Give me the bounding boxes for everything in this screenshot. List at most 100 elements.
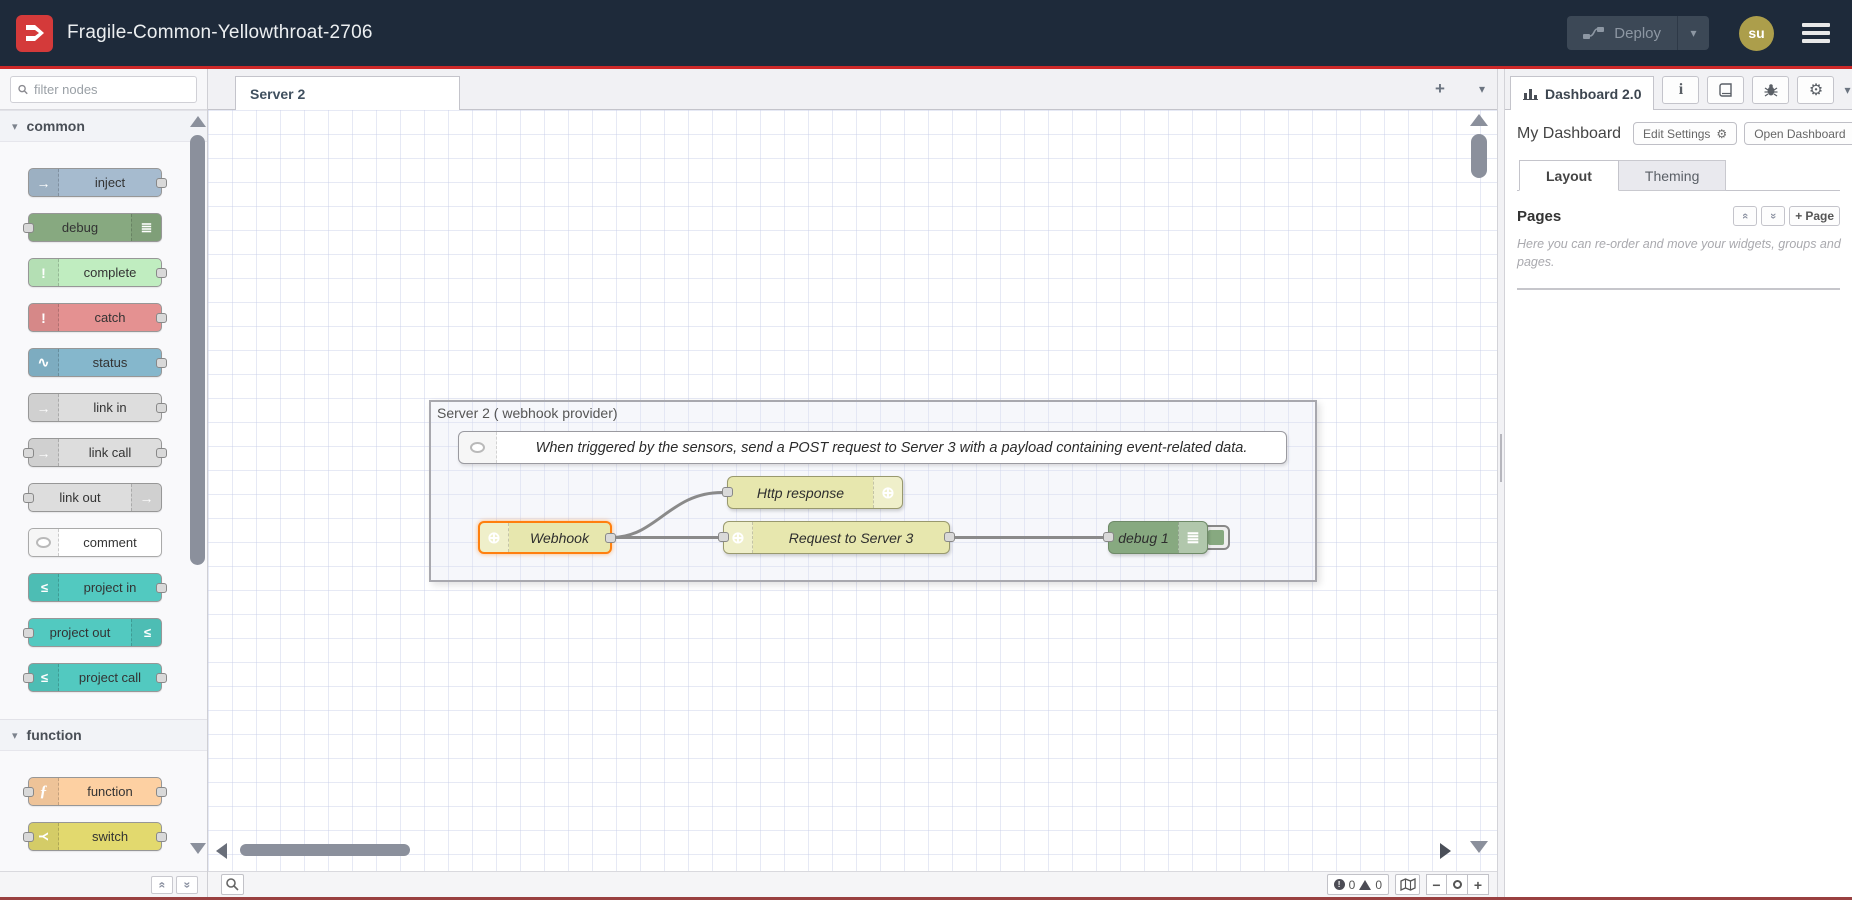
move-page-up-button[interactable]: « bbox=[1733, 206, 1757, 226]
splitter-handle[interactable] bbox=[1500, 434, 1502, 482]
node-input-port[interactable] bbox=[718, 532, 729, 542]
palette-node-link-out[interactable]: →link out bbox=[28, 483, 162, 512]
node-input-port[interactable] bbox=[1103, 532, 1114, 542]
add-flow-button[interactable]: + bbox=[1427, 79, 1453, 101]
flow-tab-server2[interactable]: Server 2 bbox=[235, 76, 460, 110]
palette-node-label: catch bbox=[59, 304, 161, 331]
tab-dashboard-2[interactable]: Dashboard 2.0 bbox=[1510, 76, 1654, 110]
add-page-button[interactable]: + Page bbox=[1789, 206, 1840, 226]
warning-icon bbox=[1359, 880, 1371, 890]
help-tab-button[interactable] bbox=[1707, 76, 1744, 104]
canvas-vscrollbar-thumb[interactable] bbox=[1471, 134, 1487, 178]
header: Fragile-Common-Yellowthroat-2706 Deploy … bbox=[0, 0, 1852, 66]
node-output-port[interactable] bbox=[944, 532, 955, 542]
sidebar-splitter[interactable] bbox=[1497, 69, 1505, 897]
canvas-footer: ! 0 0 − + bbox=[208, 871, 1497, 897]
navigator-button[interactable] bbox=[1395, 874, 1420, 895]
zoom-controls: − + bbox=[1426, 874, 1489, 895]
config-tab-button[interactable]: ⚙ bbox=[1797, 76, 1834, 104]
comment-node[interactable]: When triggered by the sensors, send a PO… bbox=[458, 431, 1287, 464]
palette-node-debug[interactable]: ≣debug bbox=[28, 213, 162, 242]
node-output-port[interactable] bbox=[605, 533, 616, 543]
node-input-port[interactable] bbox=[23, 448, 34, 458]
edit-settings-button[interactable]: Edit Settings ⚙ bbox=[1633, 122, 1737, 145]
palette-scroll-down-arrow[interactable] bbox=[190, 843, 206, 854]
search-icon bbox=[226, 878, 239, 891]
palette-node-link-call[interactable]: →link call bbox=[28, 438, 162, 467]
canvas-search-button[interactable] bbox=[221, 874, 244, 895]
palette-scrollbar-thumb[interactable] bbox=[190, 135, 205, 565]
node-input-port[interactable] bbox=[23, 673, 34, 683]
globe-icon: ⊕ bbox=[480, 523, 509, 552]
zoom-out-button[interactable]: − bbox=[1426, 874, 1447, 895]
node-request-to-server3[interactable]: ⊕ Request to Server 3 bbox=[723, 521, 950, 554]
palette-node-catch[interactable]: !catch bbox=[28, 303, 162, 332]
sidebar-tab-list-caret[interactable]: ▾ bbox=[1844, 83, 1850, 97]
pages-section-header: Pages « » + Page bbox=[1517, 206, 1840, 226]
arrow-icon: → bbox=[29, 394, 59, 421]
palette-node-project-call[interactable]: ≤project call bbox=[28, 663, 162, 692]
palette-node-label: project call bbox=[59, 664, 161, 691]
palette-collapse-all-button[interactable]: « bbox=[151, 876, 173, 894]
main-menu-button[interactable] bbox=[1802, 23, 1830, 43]
canvas-scroll-right-arrow[interactable] bbox=[1440, 843, 1451, 859]
palette-node-project-in[interactable]: ≤project in bbox=[28, 573, 162, 602]
canvas-hscrollbar-thumb[interactable] bbox=[240, 844, 410, 856]
palette-node-comment[interactable]: comment bbox=[28, 528, 162, 557]
palette-node-label: status bbox=[59, 349, 161, 376]
palette-filter-input[interactable] bbox=[34, 82, 189, 97]
node-output-port[interactable] bbox=[156, 268, 167, 278]
palette-category-header-common[interactable]: ▾common bbox=[0, 110, 207, 142]
flow-status-button[interactable]: ! 0 0 bbox=[1327, 874, 1389, 895]
node-input-port[interactable] bbox=[23, 223, 34, 233]
node-output-port[interactable] bbox=[156, 673, 167, 683]
palette: ▾common →inject ≣debug !complete !catch ∿stat… bbox=[0, 69, 208, 897]
flow-canvas[interactable]: Server 2 ( webhook provider) When trigge… bbox=[208, 110, 1497, 871]
info-tab-button[interactable]: i bbox=[1662, 76, 1699, 104]
palette-category-label: common bbox=[27, 118, 85, 134]
tab-theming[interactable]: Theming bbox=[1619, 160, 1726, 191]
palette-node-link-in[interactable]: →link in bbox=[28, 393, 162, 422]
palette-category-header-function[interactable]: ▾function bbox=[0, 719, 207, 751]
node-output-port[interactable] bbox=[156, 583, 167, 593]
node-output-port[interactable] bbox=[156, 448, 167, 458]
deploy-options-caret[interactable]: ▾ bbox=[1677, 16, 1709, 50]
node-http-response[interactable]: ⊕ Http response bbox=[727, 476, 903, 509]
palette-category-body: →inject ≣debug !complete !catch ∿status →link… bbox=[0, 142, 207, 710]
node-output-port[interactable] bbox=[156, 832, 167, 842]
palette-node-function[interactable]: ƒfunction bbox=[28, 777, 162, 806]
node-webhook[interactable]: ⊕ Webhook bbox=[478, 521, 612, 554]
node-input-port[interactable] bbox=[23, 832, 34, 842]
palette-node-status[interactable]: ∿status bbox=[28, 348, 162, 377]
node-output-port[interactable] bbox=[156, 358, 167, 368]
node-input-port[interactable] bbox=[23, 493, 34, 503]
user-avatar[interactable]: su bbox=[1739, 16, 1774, 51]
palette-node-project-out[interactable]: ≤project out bbox=[28, 618, 162, 647]
flow-tab-bar: Server 2 + ▾ bbox=[208, 69, 1497, 110]
palette-node-complete[interactable]: !complete bbox=[28, 258, 162, 287]
flow-list-caret[interactable]: ▾ bbox=[1479, 82, 1485, 96]
zoom-reset-button[interactable] bbox=[1447, 874, 1468, 895]
node-output-port[interactable] bbox=[156, 403, 167, 413]
deploy-button[interactable]: Deploy bbox=[1567, 16, 1677, 50]
move-page-down-button[interactable]: » bbox=[1761, 206, 1785, 226]
palette-scroll-up-arrow[interactable] bbox=[190, 116, 206, 127]
node-output-port[interactable] bbox=[156, 313, 167, 323]
canvas-scroll-down-arrow[interactable] bbox=[1470, 841, 1488, 853]
debug-tab-button[interactable] bbox=[1752, 76, 1789, 104]
sidebar-tab-label: Dashboard 2.0 bbox=[1545, 86, 1641, 102]
open-dashboard-button[interactable]: Open Dashboard bbox=[1744, 122, 1852, 145]
node-output-port[interactable] bbox=[156, 787, 167, 797]
node-input-port[interactable] bbox=[23, 787, 34, 797]
canvas-scroll-up-arrow[interactable] bbox=[1470, 114, 1488, 126]
node-input-port[interactable] bbox=[23, 628, 34, 638]
node-input-port[interactable] bbox=[722, 487, 733, 497]
zoom-in-button[interactable]: + bbox=[1468, 874, 1489, 895]
node-output-port[interactable] bbox=[156, 178, 167, 188]
palette-expand-all-button[interactable]: » bbox=[176, 876, 198, 894]
canvas-scroll-left-arrow[interactable] bbox=[216, 843, 227, 859]
tab-layout[interactable]: Layout bbox=[1519, 160, 1619, 191]
palette-node-switch[interactable]: Yswitch bbox=[28, 822, 162, 851]
palette-node-inject[interactable]: →inject bbox=[28, 168, 162, 197]
node-debug1[interactable]: ≣ debug 1 bbox=[1108, 521, 1208, 554]
